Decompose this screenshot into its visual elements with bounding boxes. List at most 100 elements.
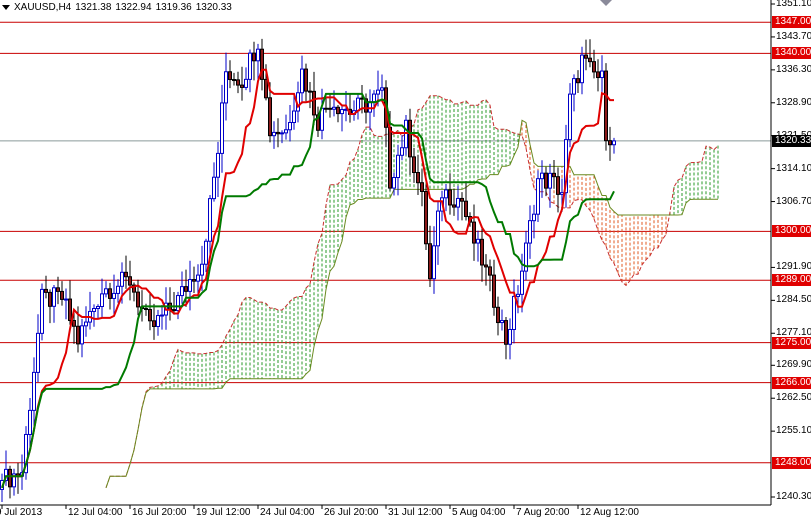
- candle-down: [336, 106, 340, 115]
- candle-down: [268, 97, 272, 137]
- candle-down: [452, 204, 456, 208]
- time-tick-label: 12 Aug 12:00: [580, 507, 639, 518]
- candle-up: [36, 332, 40, 373]
- candle-up: [376, 89, 380, 95]
- senkou-span-b-line: [105, 119, 718, 488]
- level-price-label: 1347.00: [772, 16, 811, 29]
- candle-down: [576, 78, 580, 84]
- candle-up: [332, 106, 336, 110]
- time-tick-label: 31 Jul 12:00: [388, 507, 443, 518]
- candle-up: [256, 48, 260, 62]
- candle-down: [428, 243, 432, 280]
- candle-up: [52, 287, 56, 307]
- candle-up: [292, 110, 296, 124]
- price-tick-label: 1343.70: [776, 30, 811, 42]
- level-price-label: 1300.00: [772, 225, 811, 238]
- candle-down: [184, 286, 188, 292]
- candle-down: [592, 61, 596, 73]
- candle-down: [480, 238, 484, 266]
- candle-up: [612, 140, 616, 146]
- candle-up: [160, 314, 164, 317]
- plot-area: [0, 21, 771, 503]
- close-value: 1320.33: [195, 2, 232, 13]
- price-tick-label: 1291.90: [776, 261, 811, 273]
- candle-down: [8, 468, 12, 488]
- dropdown-triangle-icon[interactable]: [2, 5, 10, 10]
- level-price-label: 1266.00: [772, 376, 811, 389]
- candle-up: [284, 129, 288, 134]
- candle-down: [408, 119, 412, 158]
- candle-down: [412, 156, 416, 174]
- time-tick-label: 26 Jul 20:00: [324, 507, 379, 518]
- candle-down: [472, 221, 476, 244]
- time-tick-label: 7 Aug 20:00: [516, 507, 570, 518]
- candle-down: [228, 71, 232, 81]
- candle-down: [388, 126, 392, 189]
- candle-down: [124, 271, 128, 278]
- candle-down: [152, 320, 156, 327]
- candle-up: [224, 71, 228, 104]
- price-tick-label: 1306.70: [776, 195, 811, 207]
- level-price-label: 1248.00: [772, 456, 811, 469]
- candle-down: [76, 325, 80, 345]
- candle-down: [60, 290, 64, 300]
- candle-up: [476, 238, 480, 244]
- candle-down: [464, 200, 468, 218]
- candle-down: [252, 52, 256, 62]
- candle-up: [92, 308, 96, 312]
- time-tick-label: 16 Jul 20:00: [132, 507, 187, 518]
- candle-up: [372, 93, 376, 103]
- candle-down: [504, 320, 508, 345]
- current-price-label: 1320.33: [772, 134, 811, 147]
- candle-down: [308, 90, 312, 93]
- candle-up: [280, 132, 284, 135]
- candle-up: [288, 122, 292, 131]
- candle-down: [544, 172, 548, 189]
- candle-down: [484, 264, 488, 268]
- candle-up: [196, 274, 200, 282]
- candle-down: [596, 71, 600, 79]
- candle-up: [572, 78, 576, 95]
- candle-down: [312, 90, 316, 116]
- time-tick-label: 9 Jul 2013: [0, 507, 43, 518]
- level-price-label: 1340.00: [772, 47, 811, 60]
- price-chart[interactable]: [0, 0, 811, 518]
- price-tick-label: 1336.30: [776, 63, 811, 75]
- candle-up: [548, 172, 552, 189]
- candle-up: [600, 70, 604, 79]
- candle-down: [48, 291, 52, 307]
- candle-down: [56, 287, 60, 292]
- level-price-label: 1275.00: [772, 336, 811, 349]
- price-tick-label: 1240.30: [776, 491, 811, 502]
- candle-down: [192, 279, 196, 282]
- candle-down: [496, 306, 500, 324]
- candle-up: [300, 68, 304, 94]
- candle-up: [444, 189, 448, 199]
- time-tick-label: 5 Aug 04:00: [452, 507, 506, 518]
- candle-up: [368, 101, 372, 113]
- candle-up: [404, 119, 408, 149]
- candle-up: [100, 293, 104, 308]
- candle-up: [28, 409, 32, 435]
- candle-down: [488, 266, 492, 276]
- candle-down: [108, 288, 112, 299]
- candle-up: [200, 263, 204, 276]
- candle-down: [584, 54, 588, 59]
- candle-up: [560, 192, 564, 195]
- chart-header: XAUUSD,H4 1321.38 1322.94 1319.36 1320.3…: [2, 2, 232, 13]
- candle-down: [324, 107, 328, 110]
- candle-up: [356, 97, 360, 112]
- candle-down: [304, 68, 308, 92]
- candle-down: [144, 308, 148, 311]
- candle-down: [72, 319, 76, 327]
- level-price-label: 1289.00: [772, 274, 811, 287]
- candle-up: [456, 197, 460, 208]
- time-tick-label: 12 Jul 04:00: [68, 507, 123, 518]
- candle-up: [64, 298, 68, 301]
- candle-down: [68, 298, 72, 321]
- candle-up: [188, 279, 192, 292]
- candle-up: [120, 271, 124, 287]
- candle-up: [180, 286, 184, 297]
- candle-down: [232, 79, 236, 82]
- candle-up: [272, 131, 276, 137]
